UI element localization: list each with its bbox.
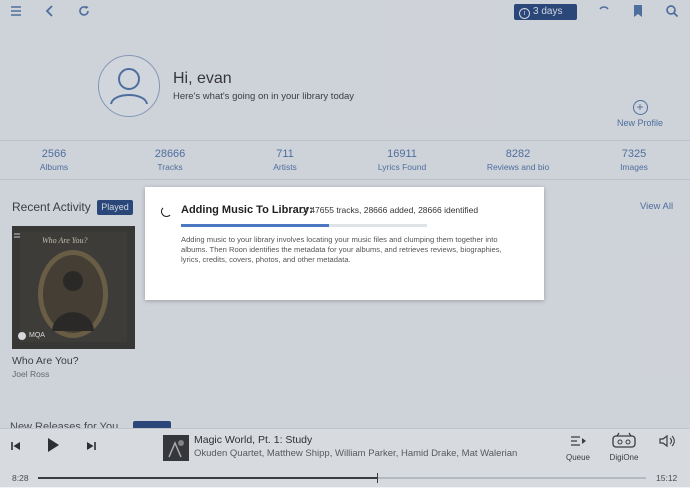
greeting-title: Hi, evan [173,70,232,87]
track-artists[interactable]: Okuden Quartet, Matthew Shipp, William P… [194,448,517,459]
now-playing-art[interactable] [163,435,189,461]
tab-played[interactable]: Played [97,200,133,215]
bookmark-icon[interactable] [630,4,646,20]
refresh-icon[interactable] [76,4,92,20]
library-stats: 2566 Albums 28666 Tracks 711 Artists 16911 L… [0,140,690,180]
next-icon[interactable] [85,439,97,457]
stat-label: Albums [39,162,69,172]
play-icon[interactable] [45,437,61,458]
greeting-subtitle: Here's what's going on in your library t… [173,91,355,102]
menu-icon[interactable] [8,4,24,20]
mqa-badge: MQA [29,332,45,339]
stat-label: Lyrics Found [377,162,427,172]
user-icon [110,68,148,105]
track-duration: 15:12 [656,473,678,483]
stat-label: Artists [273,162,297,172]
loading-spinner-icon [161,206,172,217]
back-icon[interactable] [42,4,58,20]
dialog-title: Adding Music To Library: [181,204,313,216]
import-progress-fill [181,224,329,227]
stat-images[interactable]: 7325 Images [584,148,684,172]
volume-icon[interactable] [658,434,676,453]
speaker-zone-icon [612,432,636,448]
progress-handle[interactable] [376,473,378,483]
stat-label: Tracks [157,162,183,172]
previous-icon[interactable] [10,439,22,457]
search-icon[interactable] [664,4,680,20]
track-title[interactable]: Magic World, Pt. 1: Study [194,434,312,446]
stat-value: 16911 [387,148,417,160]
new-profile-label: New Profile [616,118,663,128]
stat-label: Reviews and bio [486,162,550,172]
dialog-description: Adding music to your library involves lo… [181,235,502,264]
queue-icon [571,436,586,446]
stat-value: 28666 [154,148,186,160]
cover-title: Who Are You? [42,236,88,245]
spinner-icon [596,4,612,20]
import-progress-dialog: Adding Music To Library: Of 47655 tracks… [145,187,544,300]
stat-label: Images [620,162,648,172]
stat-lyrics[interactable]: 16911 Lyrics Found [352,148,452,172]
stat-albums[interactable]: 2566 Albums [4,148,104,172]
stat-artists[interactable]: 711 Artists [235,148,335,172]
album-title[interactable]: Who Are You? [12,355,79,367]
stat-tracks[interactable]: 28666 Tracks [120,148,220,172]
stat-reviews[interactable]: 8282 Reviews and bio [468,148,568,172]
info-icon: i [519,8,530,19]
zone-label[interactable]: DigiOne [605,453,643,462]
elapsed-time: 8:28 [12,473,29,483]
trial-badge[interactable]: i3 days left [514,4,577,33]
album-artist[interactable]: Joel Ross [12,369,49,379]
recent-activity-title: Recent Activity [12,200,91,214]
album-cover[interactable]: Who Are You? MQA [12,226,135,349]
queue-button[interactable] [569,434,587,453]
import-progress-bar [181,224,427,227]
top-bar: i3 days left [0,0,690,33]
stat-value: 8282 [505,148,531,160]
stat-value: 2566 [41,148,67,160]
stat-value: 711 [276,148,294,160]
new-profile-button[interactable]: + New Profile [610,100,670,128]
queue-label[interactable]: Queue [561,453,595,462]
zone-button[interactable] [611,432,637,455]
import-status: Of 47655 tracks, 28666 added, 28666 iden… [299,205,479,215]
stat-value: 7325 [621,148,647,160]
progress-fill [38,477,377,479]
view-all-link[interactable]: View All [640,201,673,212]
avatar[interactable] [98,55,160,117]
playback-progress[interactable] [38,473,646,483]
plus-icon: + [632,100,648,115]
player-bar: Magic World, Pt. 1: Study Okuden Quartet… [0,428,690,488]
